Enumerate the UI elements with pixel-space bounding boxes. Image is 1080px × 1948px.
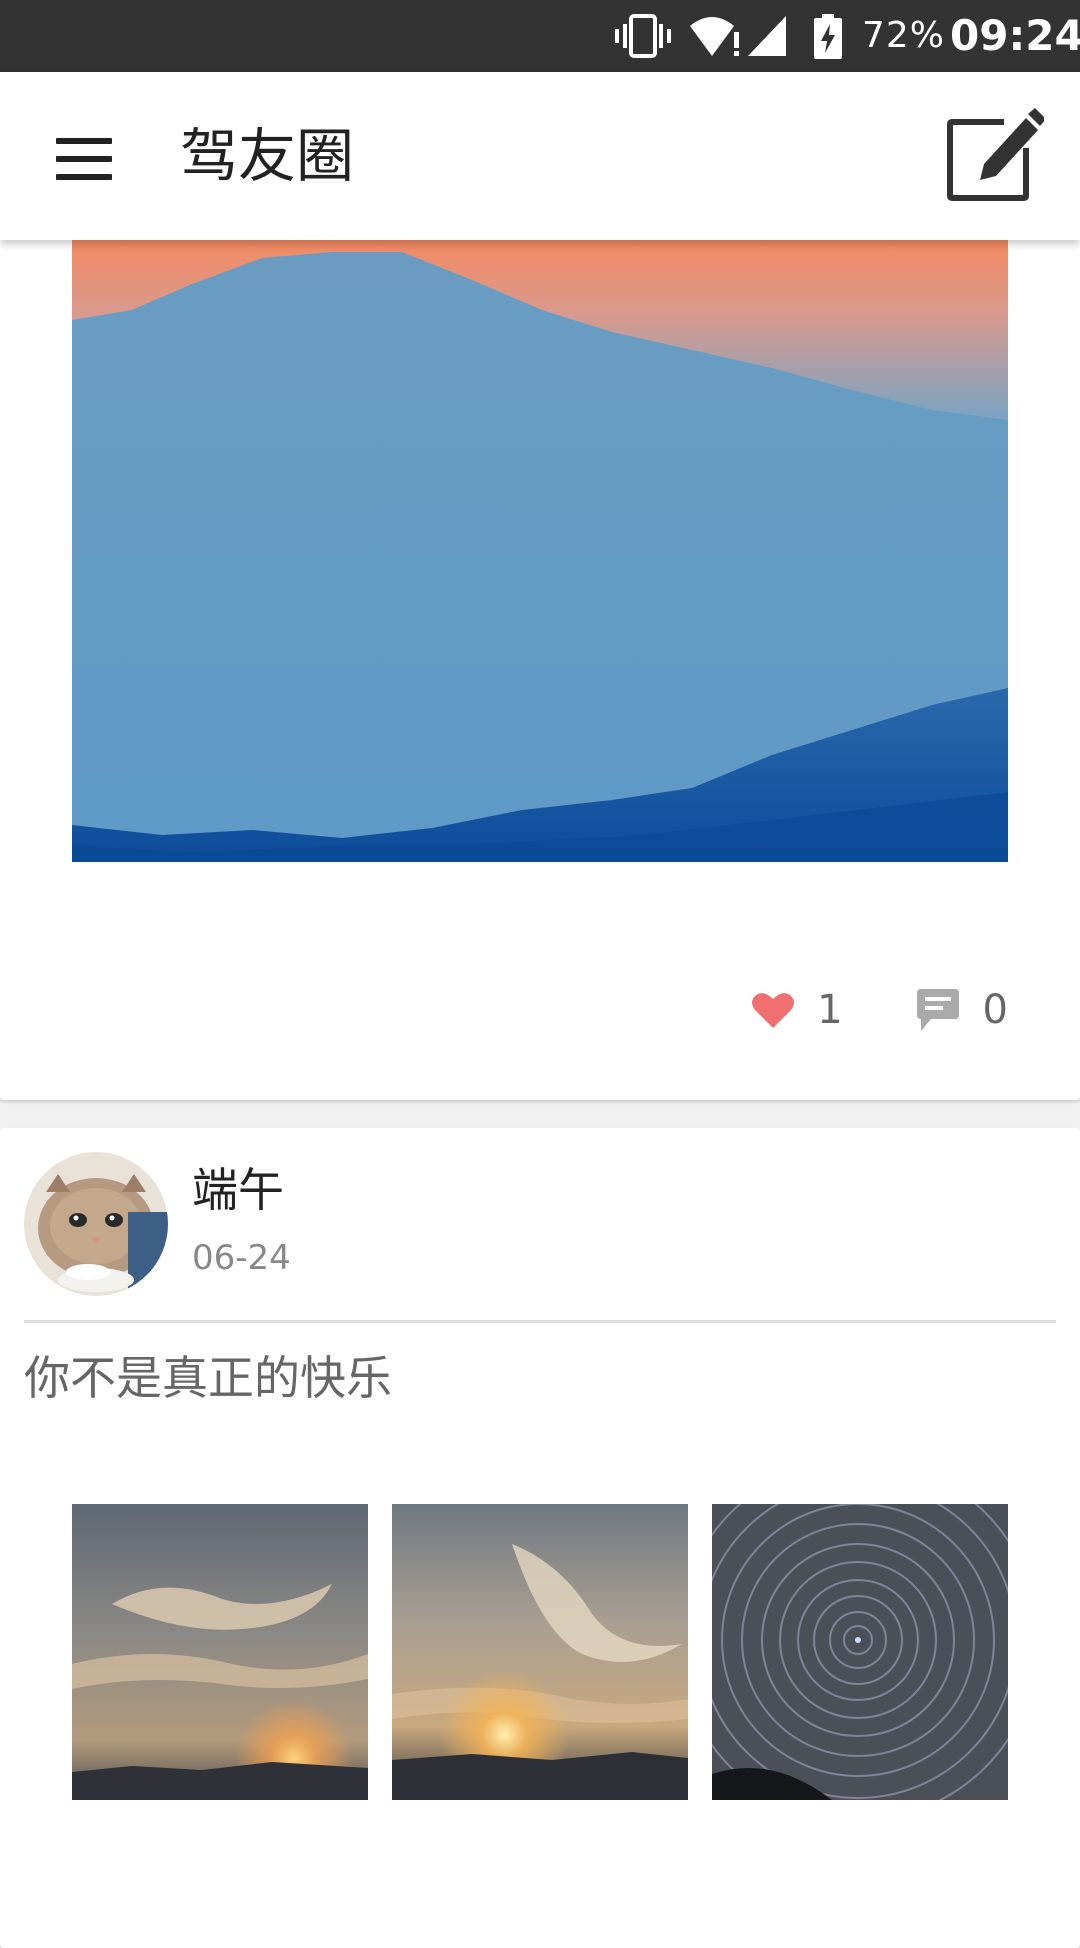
like-button[interactable]: 1 [751, 987, 843, 1033]
sunset-sky-photo[interactable] [392, 1504, 688, 1800]
app-bar: 驾友圈 [0, 72, 1080, 240]
clock: 09:24 [950, 11, 1080, 60]
cell-signal-icon [746, 14, 790, 58]
post-card: 1 0 [0, 240, 1080, 1100]
star-trail-photo[interactable] [712, 1504, 1008, 1800]
page-title: 驾友圈 [180, 122, 355, 190]
battery-percentage: 72% [862, 15, 946, 56]
post-card: 端午 06-24 你不是真正的快乐 [0, 1128, 1080, 1948]
battery-charging-icon [812, 14, 844, 60]
divider [24, 1320, 1056, 1323]
wifi-alert-icon [688, 14, 744, 58]
post-date: 06-24 [192, 1238, 291, 1278]
author-name[interactable]: 端午 [192, 1160, 284, 1220]
menu-button[interactable] [40, 116, 126, 202]
sunset-clouds-photo[interactable] [72, 1504, 368, 1800]
like-count: 1 [817, 987, 843, 1033]
comment-button[interactable]: 0 [915, 987, 1008, 1033]
heart-icon [751, 990, 795, 1030]
avatar[interactable] [24, 1152, 168, 1296]
mountain-sunset-photo[interactable] [72, 240, 1008, 862]
comment-count: 0 [982, 987, 1008, 1033]
vibrate-icon [614, 14, 672, 58]
post-actions: 1 0 [751, 980, 1008, 1040]
edit-icon [940, 104, 1044, 208]
post-text: 你不是真正的快乐 [24, 1351, 392, 1405]
status-bar: 72% 09:24 [0, 0, 1080, 72]
compose-post-button[interactable] [940, 104, 1044, 208]
comment-bubble-icon [915, 987, 961, 1033]
